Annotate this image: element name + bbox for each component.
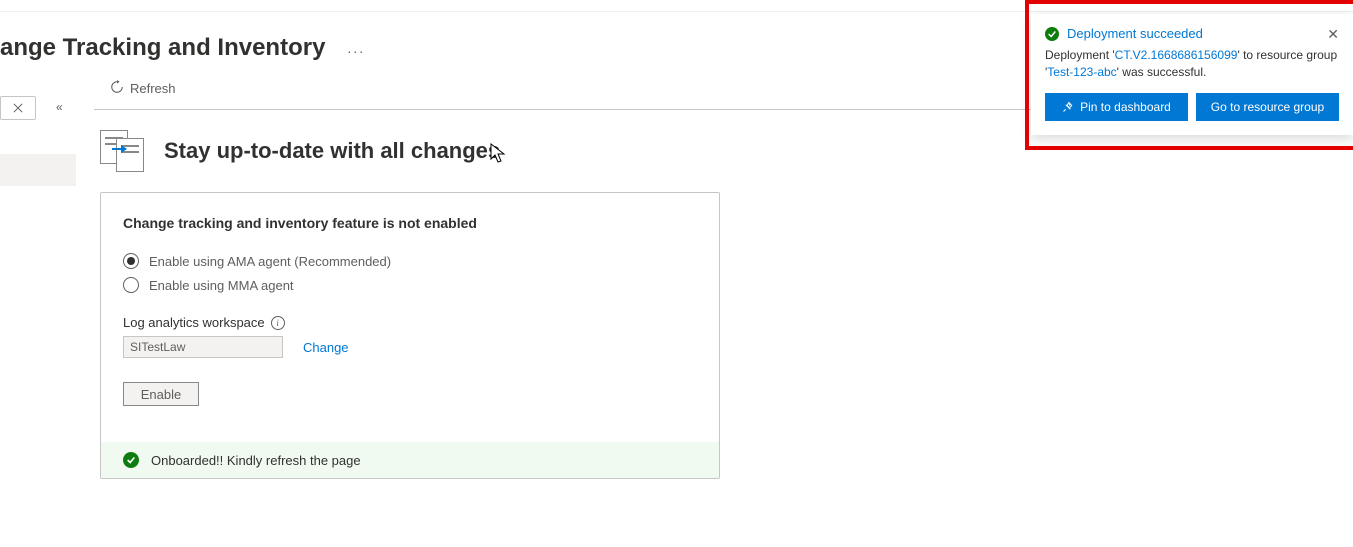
refresh-button[interactable]: Refresh xyxy=(104,76,182,101)
enable-button[interactable]: Enable xyxy=(123,382,199,406)
change-link[interactable]: Change xyxy=(303,340,349,355)
deployment-link[interactable]: CT.V2.1668686156099 xyxy=(1115,48,1238,62)
refresh-icon xyxy=(110,80,124,97)
toast-body: Deployment 'CT.V2.1668686156099' to reso… xyxy=(1045,47,1339,81)
goto-label: Go to resource group xyxy=(1211,100,1324,114)
radio-mma-label: Enable using MMA agent xyxy=(149,278,294,293)
info-icon[interactable]: i xyxy=(271,316,285,330)
enable-card: Change tracking and inventory feature is… xyxy=(100,192,720,479)
go-to-resource-group-button[interactable]: Go to resource group xyxy=(1196,93,1339,121)
success-check-icon xyxy=(1045,27,1059,41)
pin-to-dashboard-button[interactable]: Pin to dashboard xyxy=(1045,93,1188,121)
pin-label: Pin to dashboard xyxy=(1080,100,1171,114)
section-heading: Stay up-to-date with all changes xyxy=(164,138,500,164)
radio-ama-label: Enable using AMA agent (Recommended) xyxy=(149,254,391,269)
close-tab-button[interactable] xyxy=(0,96,36,120)
success-check-icon xyxy=(123,452,139,468)
toast-title[interactable]: Deployment succeeded xyxy=(1067,26,1319,41)
page-title: ange Tracking and Inventory xyxy=(0,34,325,62)
radio-ama[interactable]: Enable using AMA agent (Recommended) xyxy=(123,253,697,269)
ellipsis-icon[interactable]: ... xyxy=(347,40,365,56)
status-bar: Onboarded!! Kindly refresh the page xyxy=(101,442,719,478)
workspace-label: Log analytics workspace xyxy=(123,315,265,330)
pin-icon xyxy=(1062,101,1074,113)
change-tracking-icon xyxy=(100,130,146,172)
refresh-label: Refresh xyxy=(130,81,176,96)
status-message: Onboarded!! Kindly refresh the page xyxy=(151,453,361,468)
close-icon[interactable]: ✕ xyxy=(1327,27,1339,41)
collapse-icon[interactable]: « xyxy=(56,100,63,114)
deployment-toast: Deployment succeeded ✕ Deployment 'CT.V2… xyxy=(1031,14,1353,135)
resource-group-link[interactable]: Test-123-abc xyxy=(1047,65,1116,79)
sidebar-selected-item[interactable] xyxy=(0,154,76,186)
radio-icon xyxy=(123,253,139,269)
workspace-input xyxy=(123,336,283,358)
radio-mma[interactable]: Enable using MMA agent xyxy=(123,277,697,293)
radio-icon xyxy=(123,277,139,293)
card-title: Change tracking and inventory feature is… xyxy=(123,215,697,231)
